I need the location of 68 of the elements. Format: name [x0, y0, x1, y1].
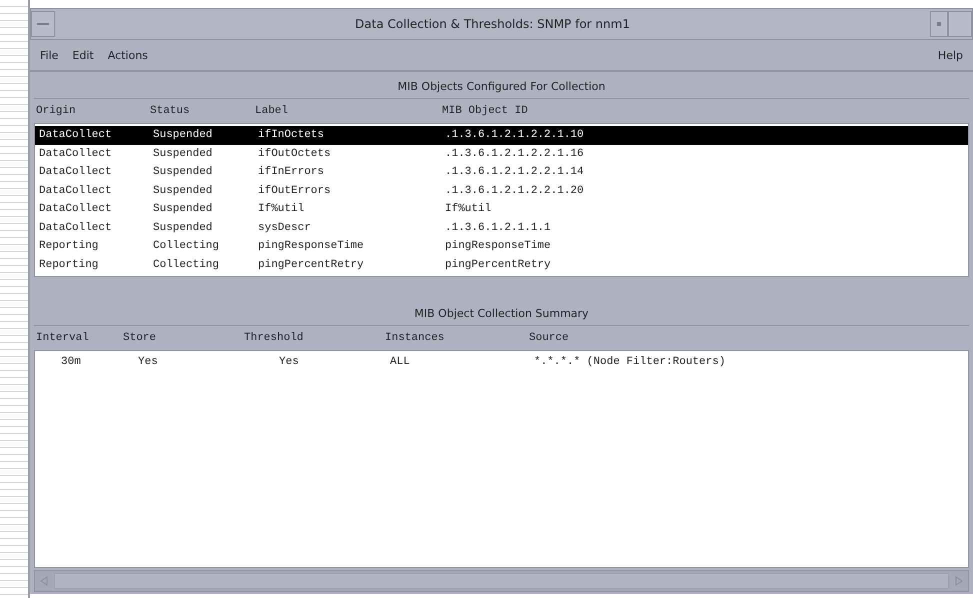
menu-item[interactable]: Help — [938, 48, 963, 62]
list-cell-text: ifInOctets — [258, 129, 326, 142]
column-header[interactable]: Threshold — [244, 332, 385, 344]
list-cell-text: .1.3.6.1.2.1.2.2.1.14 — [445, 166, 585, 178]
list-cell-text: DataCollect — [39, 203, 113, 216]
column-header[interactable]: Origin — [36, 105, 150, 117]
list-cell-text: Reporting — [39, 240, 100, 252]
list-cell-text: If%util — [445, 203, 492, 216]
menu-item[interactable]: Actions — [108, 48, 148, 62]
menu-item[interactable]: Edit — [72, 48, 94, 62]
list-row[interactable]: DataCollect Suspended ifInOctets .1.3.6.1.2.1.2.2.1.10 — [35, 126, 968, 144]
column-header[interactable]: Instances — [385, 332, 529, 344]
list-cell-text: DataCollect — [39, 129, 113, 142]
list-cell-text: pingPercentRetry — [445, 258, 552, 271]
column-header[interactable]: Interval — [36, 332, 123, 344]
list-cell-text: pingPercentRetry — [258, 258, 365, 271]
list-row[interactable]: DataCollect Suspended ifOutOctets .1.3.6.1.2.1.2.2.1.16 — [35, 144, 968, 163]
column-header[interactable]: MIB Object ID — [442, 105, 967, 117]
list-row[interactable]: Reporting Collecting pingResponseTime pingResponseTime — [35, 237, 968, 256]
list-cell-text: Collecting — [153, 258, 220, 271]
dash-icon — [37, 22, 49, 26]
list-cell-text: Yes — [278, 356, 300, 368]
list-row[interactable]: DataCollect Suspended If%util If%util — [35, 200, 968, 218]
list-cell-text: ifInErrors — [258, 166, 326, 178]
list-cell-text: DataCollect — [39, 166, 113, 178]
column-header[interactable]: Label — [255, 105, 442, 117]
list-cell-text: pingResponseTime — [258, 240, 365, 252]
list-cell-text: Collecting — [153, 240, 220, 252]
list-cell-text: ALL — [390, 356, 411, 368]
right-arrow-icon[interactable] — [953, 575, 965, 587]
list-cell-text: *.*.*.* (Node Filter:Routers) — [534, 356, 726, 368]
menu-item[interactable]: File — [40, 48, 58, 62]
list-row[interactable]: DataCollect Suspended sysDescr .1.3.6.1.2.1.1.1 — [35, 218, 968, 237]
left-arrow-icon[interactable] — [38, 575, 50, 587]
list-cell-text: DataCollect — [39, 184, 113, 197]
list-cell-text: Suspended — [153, 203, 214, 216]
list-row[interactable]: DataCollect Suspended ifOutErrors .1.3.6.1.2.1.2.2.1.20 — [35, 182, 968, 200]
list-cell-text: Suspended — [153, 166, 214, 178]
list-cell-text: DataCollect — [39, 148, 113, 160]
column-header[interactable]: Status — [150, 105, 255, 117]
list-cell-text: Suspended — [153, 184, 214, 197]
minimize-button[interactable] — [930, 11, 948, 37]
list-cell-text: DataCollect — [39, 222, 113, 234]
list-row[interactable]: Reporting Collecting pingPercentRetry pingPercentRetry — [35, 256, 968, 274]
list-cell-text: 30m — [60, 356, 82, 368]
horizontal-scrollbar[interactable] — [34, 570, 969, 592]
list-cell-text: If%util — [258, 203, 306, 216]
list-cell-text: .1.3.6.1.2.1.2.2.1.16 — [445, 148, 585, 160]
list-cell-text: .1.3.6.1.2.1.2.2.1.20 — [445, 184, 585, 197]
list-cell-text: Suspended — [153, 148, 214, 160]
list-cell-text: Yes — [137, 356, 159, 368]
section-header: MIB Objects Configured For Collection — [34, 76, 969, 99]
list-cell-text: Suspended — [153, 129, 214, 142]
window-title: Data Collection & Thresholds: SNMP for nnm1 — [354, 17, 631, 31]
window-menu-button[interactable] — [31, 11, 55, 37]
list-cell-text: .1.3.6.1.2.1.1.1 — [445, 222, 552, 234]
list-cell-text: ifOutErrors — [258, 184, 332, 197]
list-cell-text: pingResponseTime — [445, 240, 552, 252]
column-header[interactable]: Store — [123, 332, 244, 344]
list-cell-text: .1.3.6.1.2.1.2.2.1.10 — [445, 129, 585, 142]
list-row[interactable]: DataCollect Suspended ifInErrors .1.3.6.1.2.1.2.2.1.14 — [35, 163, 968, 182]
list-cell-text: sysDescr — [258, 222, 312, 234]
list-cell-text: Reporting — [39, 258, 100, 271]
list-cell-text: ifOutOctets — [258, 148, 332, 160]
list-cell-text: Suspended — [153, 222, 214, 234]
section-header: MIB Object Collection Summary — [34, 303, 969, 326]
maximize-button[interactable] — [948, 11, 972, 37]
column-header[interactable]: Source — [529, 332, 967, 344]
